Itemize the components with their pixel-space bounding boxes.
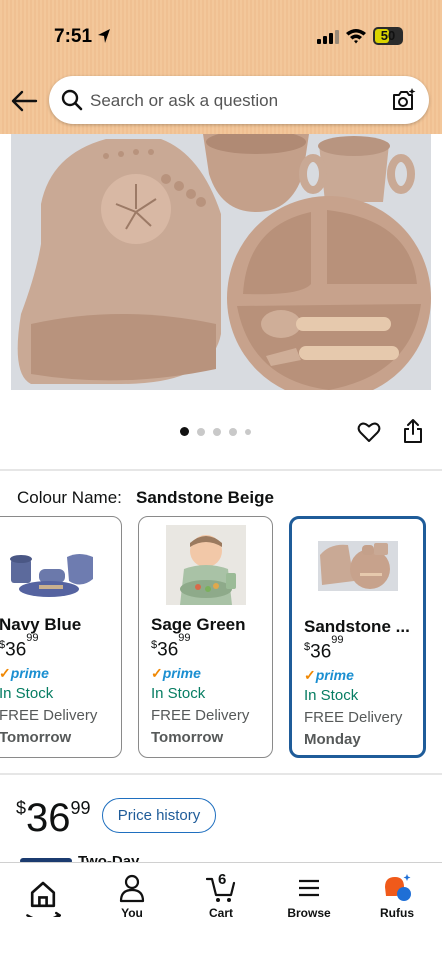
cart-count-badge: 6 [218, 871, 227, 888]
nav-browse[interactable]: Browse [274, 873, 344, 920]
prime-label: prime [315, 667, 354, 683]
variant-price: $3699 [304, 634, 344, 663]
variant-price-currency: $ [0, 639, 5, 651]
carousel-dot-active[interactable] [180, 427, 189, 436]
search-bar[interactable]: Search or ask a question [49, 76, 429, 124]
signal-icon [317, 30, 339, 44]
colour-label: Colour Name: [17, 488, 122, 507]
carousel-dot[interactable] [245, 428, 251, 435]
variant-price-cents: 99 [331, 634, 344, 646]
nav-cart[interactable]: 6 Cart [186, 871, 256, 920]
prime-badge: ✓prime [151, 665, 201, 681]
prime-badge: ✓prime [0, 665, 49, 681]
variant-name: Sage Green [151, 615, 246, 634]
carousel-dot[interactable] [229, 427, 237, 436]
nav-you[interactable]: You [97, 873, 167, 920]
search-input[interactable]: Search or ask a question [90, 91, 278, 111]
profile-icon [119, 874, 145, 903]
bottom-nav: You 6 Cart Browse Rufus [0, 862, 442, 960]
section-divider [0, 773, 442, 775]
stock-status: In Stock [151, 685, 206, 702]
variant-price-currency: $ [304, 641, 311, 654]
price-currency: $ [16, 798, 27, 818]
variant-thumbnail [10, 554, 93, 597]
variant-card-navy-blue[interactable]: Navy Blue $3699 ✓prime In Stock FREE Del… [0, 516, 122, 758]
nav-home[interactable] [8, 873, 78, 920]
variant-price: $3699 [151, 632, 191, 661]
variant-price-whole: 36 [5, 639, 27, 661]
delivery-day: Tomorrow [151, 729, 224, 746]
price-whole: 36 [26, 796, 71, 840]
delivery-text: FREE Delivery [151, 707, 250, 724]
back-arrow-icon[interactable] [10, 88, 38, 114]
nav-you-label: You [121, 906, 143, 920]
location-arrow-icon [98, 29, 110, 43]
prime-check-icon: ✓ [0, 665, 11, 681]
prime-check-icon: ✓ [304, 667, 316, 683]
battery-icon: 50 [373, 27, 403, 45]
rufus-icon [385, 874, 411, 901]
stock-status: In Stock [304, 687, 359, 704]
heart-icon[interactable] [357, 420, 381, 444]
variant-price: $3699 [0, 632, 39, 661]
variant-card-sandstone-beige[interactable]: Sandstone ... $3699 ✓prime In Stock FREE… [289, 516, 426, 758]
nav-rufus-label: Rufus [380, 906, 414, 920]
product-price: $3699 [16, 796, 91, 841]
price-history-button[interactable]: Price history [102, 798, 216, 833]
wifi-icon [346, 29, 366, 44]
variant-name: Sandstone ... [304, 617, 410, 636]
delivery-day: Monday [304, 731, 361, 748]
image-carousel-dots[interactable] [180, 427, 251, 436]
variant-name: Navy Blue [0, 615, 82, 634]
colour-selected-value: Sandstone Beige [136, 488, 274, 507]
variant-price-cents: 99 [178, 632, 191, 644]
nav-browse-label: Browse [287, 906, 331, 920]
delivery-text: FREE Delivery [0, 707, 98, 724]
status-bar: 7:51 50 [0, 22, 442, 52]
delivery-text: FREE Delivery [304, 709, 403, 726]
home-icon [26, 881, 61, 917]
header: 7:51 50 Search or ask a question [0, 0, 442, 134]
variant-card-sage-green[interactable]: Sage Green $3699 ✓prime In Stock FREE De… [138, 516, 273, 758]
price-cents: 99 [70, 798, 91, 818]
variant-thumbnail [317, 541, 398, 591]
status-time: 7:51 [54, 26, 93, 47]
variant-price-currency: $ [151, 639, 158, 652]
prime-badge: ✓prime [304, 667, 354, 683]
carousel-dot[interactable] [213, 427, 221, 436]
delivery-day: Tomorrow [0, 729, 72, 746]
prime-label: prime [162, 665, 201, 681]
prime-label: prime [10, 665, 49, 681]
stock-status: In Stock [0, 685, 54, 702]
variant-price-whole: 36 [157, 639, 179, 661]
search-icon [61, 89, 83, 111]
nav-cart-label: Cart [208, 906, 233, 920]
section-divider [0, 469, 442, 471]
carousel-dot[interactable] [197, 427, 205, 436]
camera-search-icon[interactable] [391, 87, 417, 113]
variant-thumbnail [165, 525, 246, 605]
variant-price-whole: 36 [310, 641, 332, 663]
battery-text: 50 [380, 28, 396, 43]
menu-icon [299, 879, 319, 897]
product-image[interactable] [11, 134, 431, 390]
variant-price-cents: 99 [26, 632, 39, 644]
prime-check-icon: ✓ [151, 665, 163, 681]
nav-rufus[interactable]: Rufus [362, 873, 432, 920]
share-icon[interactable] [402, 418, 424, 444]
product-screen: 7:51 50 Search or ask a question Colour … [0, 0, 442, 960]
